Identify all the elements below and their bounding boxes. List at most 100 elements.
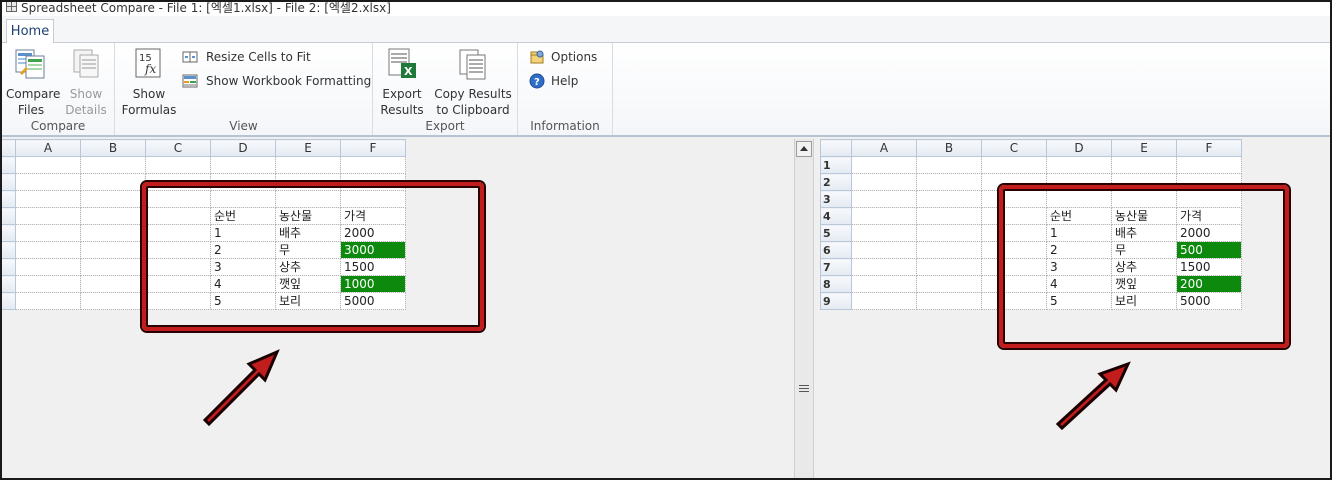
column-header[interactable]: C xyxy=(145,139,211,157)
sheet-cell[interactable] xyxy=(916,258,982,276)
vertical-scrollbar[interactable] xyxy=(794,139,814,478)
compare-files-icon xyxy=(14,47,48,81)
export-group: X Export Results Copy Results to Clipboa… xyxy=(373,43,518,135)
sheet-cell[interactable] xyxy=(80,241,146,259)
export-group-label: Export xyxy=(425,119,465,133)
sheet-cell[interactable] xyxy=(851,292,917,310)
column-header[interactable]: E xyxy=(275,139,341,157)
row-header[interactable]: 4 xyxy=(2,207,16,225)
sheet-cell[interactable] xyxy=(15,156,81,174)
show-workbook-formatting-button[interactable]: Show Workbook Formatting xyxy=(182,73,371,90)
sheet-cell[interactable] xyxy=(851,275,917,293)
column-header[interactable]: F xyxy=(1176,139,1242,157)
sheet-cell[interactable] xyxy=(916,173,982,191)
sheet-cell[interactable] xyxy=(15,258,81,276)
export-results-button[interactable]: X Export Results xyxy=(379,47,425,118)
compare-group-label: Compare xyxy=(30,119,86,133)
sheet-cell[interactable] xyxy=(15,224,81,242)
view-group: 15 fx Show Formulas Resize Cells to Fit xyxy=(115,43,373,135)
sheet-cell[interactable] xyxy=(916,275,982,293)
help-button[interactable]: ? Help xyxy=(529,73,578,90)
row-header[interactable]: 4 xyxy=(820,207,852,225)
sheet-cell[interactable] xyxy=(15,241,81,259)
row-header[interactable]: 6 xyxy=(820,241,852,259)
row-header[interactable]: 3 xyxy=(2,190,16,208)
column-header[interactable]: D xyxy=(210,139,276,157)
sheet-cell[interactable] xyxy=(851,224,917,242)
sheet-cell[interactable] xyxy=(916,156,982,174)
sheet-cell[interactable] xyxy=(851,190,917,208)
row-header[interactable]: 9 xyxy=(820,292,852,310)
resize-cells-button[interactable]: Resize Cells to Fit xyxy=(182,49,311,66)
sheet-cell[interactable] xyxy=(851,173,917,191)
sheet-cell[interactable] xyxy=(15,190,81,208)
app-window: Spreadsheet Compare - File 1: [엑셀1.xlsx]… xyxy=(0,0,1332,480)
table-row: 1 xyxy=(2,156,406,174)
column-header[interactable]: E xyxy=(1111,139,1177,157)
column-header[interactable]: B xyxy=(916,139,982,157)
sheet-cell[interactable] xyxy=(15,292,81,310)
show-details-icon xyxy=(69,47,103,81)
sheet-cell[interactable] xyxy=(916,207,982,225)
column-header[interactable]: F xyxy=(340,139,406,157)
sheet-cell[interactable] xyxy=(15,207,81,225)
app-icon xyxy=(6,2,17,12)
options-button[interactable]: Options xyxy=(529,49,597,66)
row-header[interactable]: 8 xyxy=(820,275,852,293)
sheet-cell[interactable] xyxy=(15,275,81,293)
sheet-cell[interactable] xyxy=(981,156,1047,174)
column-header[interactable]: D xyxy=(1046,139,1112,157)
annotation-arrow-left xyxy=(202,349,280,427)
row-header[interactable]: 7 xyxy=(2,258,16,276)
corner-header[interactable] xyxy=(820,139,852,157)
sheet-cell[interactable] xyxy=(851,156,917,174)
row-header[interactable]: 7 xyxy=(820,258,852,276)
sheet-cell[interactable] xyxy=(1111,156,1177,174)
tab-home[interactable]: Home xyxy=(6,19,54,44)
sheet-cell[interactable] xyxy=(80,156,146,174)
ribbon: Compare Files Show Details Compare 15 fx… xyxy=(2,43,1330,137)
sheet-cell[interactable] xyxy=(80,190,146,208)
row-header[interactable]: 2 xyxy=(820,173,852,191)
sheet-cell[interactable] xyxy=(851,207,917,225)
sheet-cell[interactable] xyxy=(916,224,982,242)
row-header[interactable]: 5 xyxy=(820,224,852,242)
compare-files-button[interactable]: Compare Files xyxy=(6,47,60,118)
sheet-cell[interactable] xyxy=(275,156,341,174)
scroll-grip-icon[interactable] xyxy=(799,385,809,392)
sheet-cell[interactable] xyxy=(80,224,146,242)
corner-header[interactable] xyxy=(2,139,16,157)
row-header[interactable]: 8 xyxy=(2,275,16,293)
sheet-cell[interactable] xyxy=(145,156,211,174)
column-header[interactable]: C xyxy=(981,139,1047,157)
sheet-cell[interactable] xyxy=(851,258,917,276)
column-header[interactable]: B xyxy=(80,139,146,157)
sheet-cell[interactable] xyxy=(80,207,146,225)
sheet-cell[interactable] xyxy=(1176,156,1242,174)
sheet-cell[interactable] xyxy=(80,173,146,191)
sheet-cell[interactable] xyxy=(1046,156,1112,174)
sheet-cell[interactable] xyxy=(15,173,81,191)
sheet-cell[interactable] xyxy=(80,258,146,276)
sheet-cell[interactable] xyxy=(80,292,146,310)
row-header[interactable]: 9 xyxy=(2,292,16,310)
column-header[interactable]: A xyxy=(851,139,917,157)
row-header[interactable]: 3 xyxy=(820,190,852,208)
column-header[interactable]: A xyxy=(15,139,81,157)
row-header[interactable]: 2 xyxy=(2,173,16,191)
copy-results-button[interactable]: Copy Results to Clipboard xyxy=(433,47,513,118)
row-header[interactable]: 6 xyxy=(2,241,16,259)
row-header[interactable]: 5 xyxy=(2,224,16,242)
sheet-cell[interactable] xyxy=(916,190,982,208)
show-formulas-button[interactable]: 15 fx Show Formulas xyxy=(121,47,177,118)
sheet-cell[interactable] xyxy=(80,275,146,293)
row-header[interactable]: 1 xyxy=(2,156,16,174)
row-header[interactable]: 1 xyxy=(820,156,852,174)
sheet-cell[interactable] xyxy=(916,241,982,259)
show-details-button[interactable]: Show Details xyxy=(62,47,110,118)
sheet-cell[interactable] xyxy=(851,241,917,259)
scroll-up-button[interactable] xyxy=(796,141,812,157)
sheet-cell[interactable] xyxy=(210,156,276,174)
sheet-cell[interactable] xyxy=(340,156,406,174)
sheet-cell[interactable] xyxy=(916,292,982,310)
